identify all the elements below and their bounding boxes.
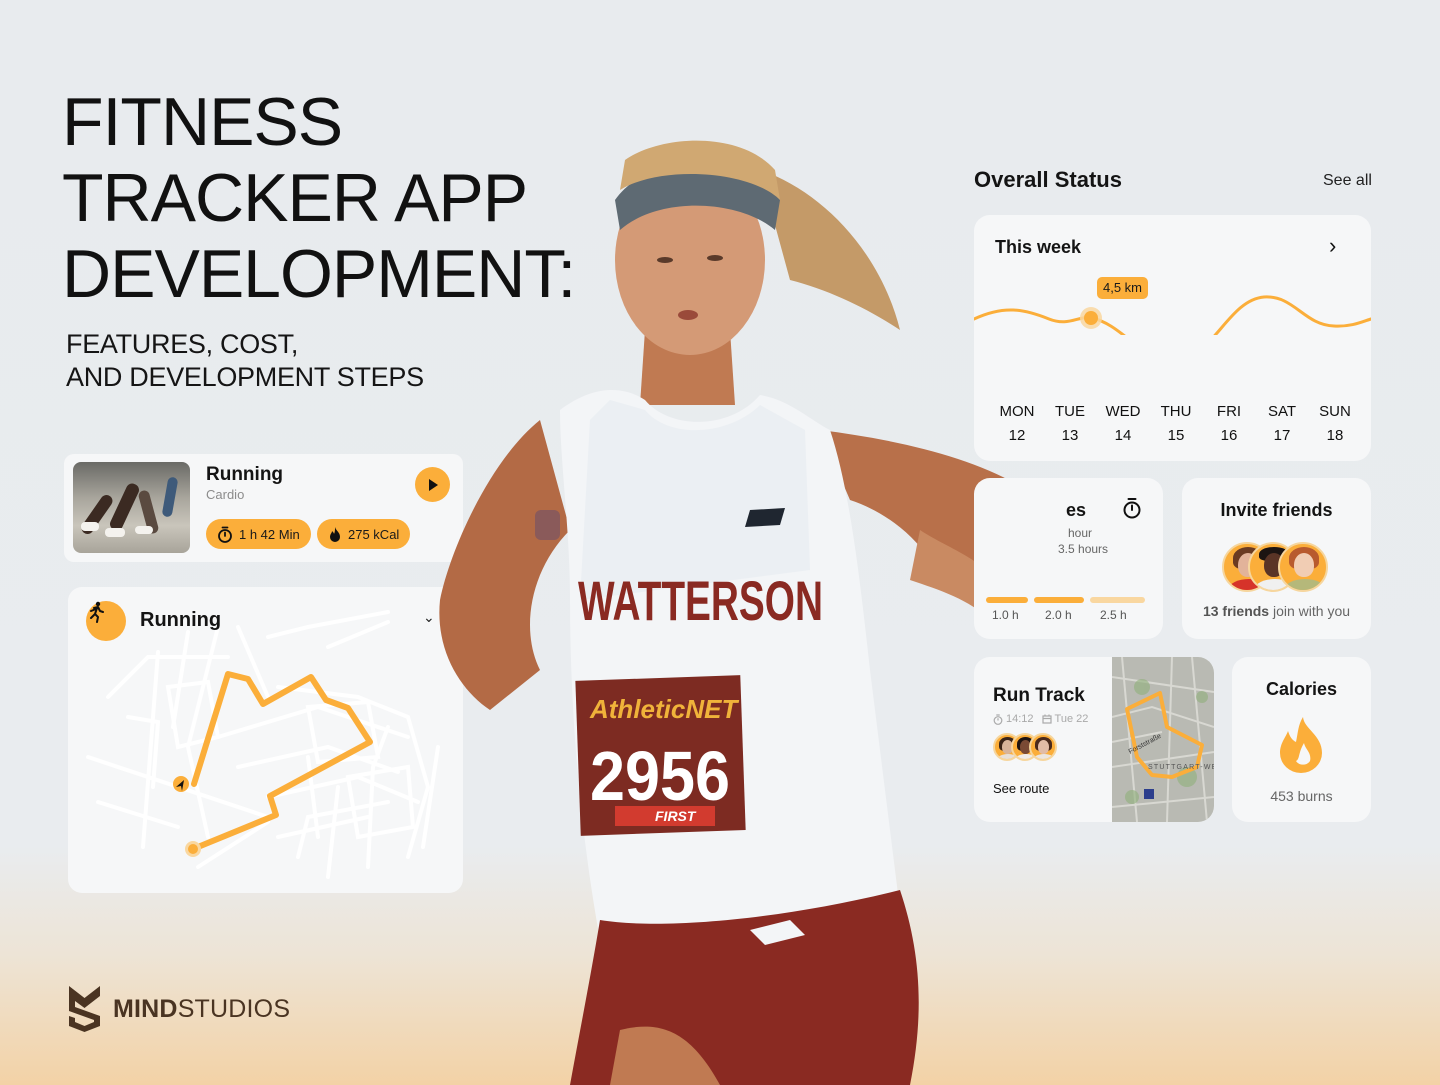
runner-photo: WATTERSON AthleticNET 2956 FIRST xyxy=(439,140,1030,1085)
friends-count: 13 friends xyxy=(1202,603,1270,619)
calories-value: 453 burns xyxy=(1270,788,1333,804)
day-date: 15 xyxy=(1167,427,1185,444)
bar-label-3: 2.5 h xyxy=(1100,608,1127,622)
race-bib: AthleticNET 2956 FIRST xyxy=(575,675,746,836)
bib-number: 2956 xyxy=(590,737,730,815)
day-thu[interactable]: THU 15 xyxy=(1150,400,1202,448)
progress-bar-3 xyxy=(1090,597,1145,603)
brand-logo[interactable]: MINDSTUDIOS xyxy=(68,986,290,1032)
workout-category: Cardio xyxy=(206,487,245,502)
workout-title: Running xyxy=(206,464,284,485)
weekly-distance-line xyxy=(974,295,1371,335)
day-sun[interactable]: SUN 18 xyxy=(1309,400,1361,448)
day-name: TUE xyxy=(1055,403,1085,420)
run-track-date: Tue 22 xyxy=(1054,713,1089,725)
jersey-name: WATTERSON xyxy=(578,569,823,632)
week-days: MON 12 TUE 13 WED 14 THU 15 FRI 16 SAT 17 SUN 1… xyxy=(991,400,1361,448)
subtitle-line-2: AND DEVELOPMENT STEPS xyxy=(66,362,424,392)
brand-name: MINDSTUDIOS xyxy=(113,995,290,1024)
day-name: MON xyxy=(999,403,1035,420)
see-route-link[interactable]: See route xyxy=(993,781,1049,796)
this-week-title: This week xyxy=(995,237,1082,257)
day-date: 16 xyxy=(1220,427,1238,444)
progress-bar-2 xyxy=(1034,597,1084,603)
day-name: WED xyxy=(1105,403,1141,420)
calories-title: Calories xyxy=(1265,679,1338,699)
run-track-map[interactable]: Forststraße STUTTGART-WEST xyxy=(1111,657,1214,822)
run-track-time: 14:12 xyxy=(1006,713,1034,725)
calories-card[interactable]: Calories 453 burns xyxy=(1232,657,1371,822)
friends-avatars xyxy=(1222,542,1332,592)
stopwatch-icon xyxy=(993,713,1003,725)
run-map-card[interactable]: Running ⌄ xyxy=(68,587,463,893)
map-streets xyxy=(86,610,440,879)
selected-point xyxy=(1084,311,1098,325)
day-tue[interactable]: TUE 13 xyxy=(1044,400,1096,448)
minutes-goal-line: hour xyxy=(1068,526,1093,540)
day-date: 14 xyxy=(1114,427,1132,444)
bib-brand: AthleticNET xyxy=(589,694,739,724)
overall-status-title: Overall Status xyxy=(974,167,1122,192)
chevron-right-icon[interactable]: › xyxy=(1329,233,1336,259)
day-name: THU xyxy=(1160,403,1192,420)
stopwatch-icon xyxy=(218,526,232,543)
day-sat[interactable]: SAT 17 xyxy=(1256,400,1308,448)
minutes-card[interactable]: es hour 3.5 hours 1.0 h 2.0 h 2.5 h xyxy=(974,478,1163,639)
friends-count-suffix: join with you xyxy=(1269,603,1351,619)
subtitle-line-1: FEATURES, COST, xyxy=(66,329,299,359)
mindstudios-logo-icon xyxy=(69,986,100,1032)
duration-value: 1 h 42 Min xyxy=(239,526,300,542)
run-track-title: Run Track xyxy=(993,685,1085,706)
day-date: 13 xyxy=(1061,427,1079,444)
weekly-distance-chart xyxy=(974,295,1371,335)
run-track-participants xyxy=(993,733,1063,761)
run-track-card[interactable]: Run Track 14:12 Tue 22 See route Forstst… xyxy=(974,657,1214,822)
avatar xyxy=(1278,542,1328,592)
friends-count-text: 13 friends join with you xyxy=(1182,603,1371,619)
brand-name-light: STUDIOS xyxy=(177,994,291,1023)
page-subtitle: FEATURES, COST, AND DEVELOPMENT STEPS xyxy=(66,328,424,394)
progress-bar-1 xyxy=(986,597,1028,603)
calories-value: 275 kCal xyxy=(348,526,400,542)
day-name: FRI xyxy=(1216,403,1242,420)
stopwatch-icon xyxy=(1123,498,1141,519)
avatar xyxy=(1029,733,1057,761)
runner-hair xyxy=(760,170,900,330)
invite-friends-title: Invite friends xyxy=(1220,500,1333,520)
bar-label-2: 2.0 h xyxy=(1045,608,1072,622)
workout-card[interactable]: Running Cardio 1 h 42 Min 275 kCal xyxy=(64,454,463,562)
see-all-link[interactable]: See all xyxy=(1323,172,1372,190)
minutes-total-line: 3.5 hours xyxy=(1058,542,1109,556)
calories-badge: 275 kCal xyxy=(317,519,411,549)
run-map-title: Running xyxy=(140,609,222,631)
day-fri[interactable]: FRI 16 xyxy=(1203,400,1255,448)
day-date: 17 xyxy=(1273,427,1291,444)
bib-footer: FIRST xyxy=(655,808,697,824)
route-map[interactable] xyxy=(68,587,463,893)
transit-icon xyxy=(1144,789,1154,799)
bar-label-1: 1.0 h xyxy=(992,608,1019,622)
day-wed[interactable]: WED 14 xyxy=(1097,400,1149,448)
run-track-meta: 14:12 Tue 22 xyxy=(993,713,1088,725)
day-name: SUN xyxy=(1319,403,1351,420)
distance-tooltip: 4,5 km xyxy=(1097,277,1149,299)
progress-bars xyxy=(986,597,1145,603)
day-date: 12 xyxy=(1008,427,1026,444)
day-name: SAT xyxy=(1267,403,1297,420)
calendar-icon xyxy=(1041,714,1052,724)
invite-friends-card[interactable]: Invite friends 13 friends join with you xyxy=(1182,478,1371,639)
runner-icon xyxy=(90,601,104,623)
duration-badge: 1 h 42 Min xyxy=(206,519,311,549)
workout-thumbnail xyxy=(73,462,190,553)
this-week-card[interactable]: This week › 4,5 km MON 12 TUE 13 WED 14 THU… xyxy=(974,215,1371,461)
map-area-label: STUTTGART-WEST xyxy=(1148,764,1214,771)
flame-icon xyxy=(330,526,340,542)
runner-left-arm xyxy=(439,420,570,710)
day-mon[interactable]: MON 12 xyxy=(991,400,1043,448)
day-date: 18 xyxy=(1326,427,1344,444)
brand-name-bold: MIND xyxy=(113,994,178,1023)
running-activity-badge xyxy=(86,601,126,641)
minutes-title: es xyxy=(1066,500,1087,520)
flame-icon xyxy=(1280,717,1322,773)
